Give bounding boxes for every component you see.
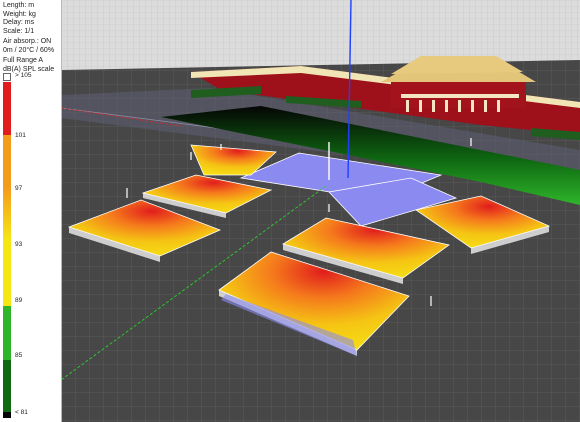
info-legend-panel: Length: m Weight: kg Delay: ms Scale: 1/…: [0, 0, 62, 422]
spl-color-scale: [3, 82, 11, 418]
legend-seg-orange-yellow: [3, 188, 11, 240]
units-block: Length: m Weight: kg Delay: ms Scale: 1/…: [3, 2, 36, 36]
air-block: Air absorp.: ON 0m / 20°C / 60%: [3, 38, 54, 55]
legend-seg-red: [3, 82, 11, 135]
legend-seg-dark-green: [3, 360, 11, 412]
legend-over-label: > 105: [15, 72, 32, 79]
3d-viewport[interactable]: [61, 0, 580, 422]
legend-tick-101: 101: [15, 132, 26, 139]
length-unit: Length: m: [3, 2, 35, 9]
background-horizon: [61, 0, 580, 70]
air-absorption: Air absorp.: ON: [3, 38, 52, 45]
legend-under-label: < 81: [15, 409, 28, 416]
spl-viewer: Length: m Weight: kg Delay: ms Scale: 1/…: [0, 0, 580, 422]
atmosphere-conditions: 0m / 20°C / 60%: [3, 46, 55, 54]
legend-tick-89: 89: [15, 297, 23, 304]
legend-seg-yellow: [3, 240, 11, 306]
weight-unit: Weight: kg: [3, 10, 36, 18]
scale-value: Scale: 1/1: [3, 27, 35, 35]
legend-seg-green: [3, 306, 11, 360]
legend-tick-93: 93: [15, 241, 23, 248]
delay-unit: Delay: ms: [3, 19, 35, 27]
legend-tick-85: 85: [15, 352, 23, 359]
legend-seg-black: [3, 412, 11, 418]
over-range-swatch: [3, 73, 11, 81]
legend-seg-orange: [3, 135, 11, 188]
range-name: Full Range A: [3, 57, 44, 64]
legend-tick-97: 97: [15, 185, 23, 192]
